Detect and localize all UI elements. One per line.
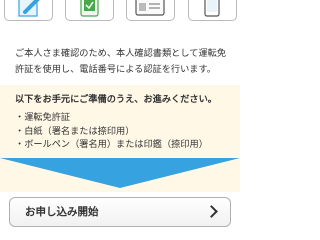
phone-check-icon: [65, 0, 114, 21]
identity-verification-description: ご本人さま確認のため、本人確認書類として運転免許証を使用し、電話番号による認証を…: [15, 48, 227, 76]
requirements-list: 運転免許証 白紙（署名または捺印用） ボールペン（署名用）または印鑑（捺印用）: [15, 111, 235, 152]
smartphone-icon: [188, 0, 237, 21]
requirement-item: 白紙（署名または捺印用）: [15, 125, 235, 139]
requirements-title: 以下をお手元にご準備のうえ、お進みください。: [15, 94, 217, 105]
start-application-button[interactable]: お申し込み開始: [9, 197, 231, 227]
chevron-right-icon: [205, 205, 218, 218]
license-card-icon: [126, 0, 175, 21]
step-icon-row: [4, 0, 237, 24]
pen-document-icon: [4, 0, 53, 21]
requirement-item: ボールペン（署名用）または印鑑（捺印用）: [15, 138, 235, 152]
start-application-label: お申し込み開始: [25, 206, 99, 218]
down-arrow-icon: [0, 158, 240, 188]
requirement-item: 運転免許証: [15, 111, 235, 125]
